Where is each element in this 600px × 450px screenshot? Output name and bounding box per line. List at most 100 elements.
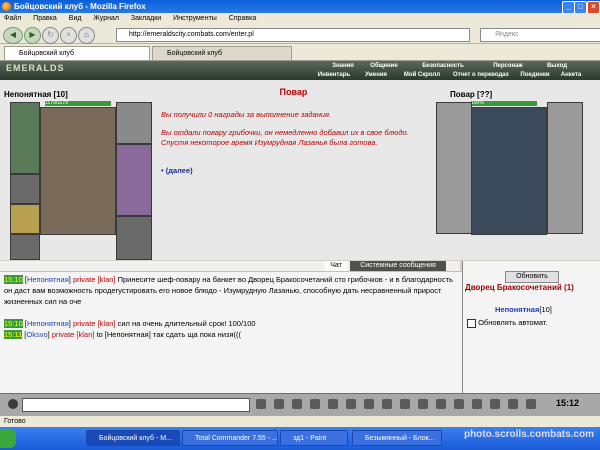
menu-tools[interactable]: Инструменты — [173, 15, 217, 22]
music-icon[interactable] — [364, 399, 374, 409]
start-button[interactable] — [0, 429, 16, 448]
friends-icon[interactable] — [418, 399, 428, 409]
game-header: EMERALDS Знания Общение Безопасность Пер… — [0, 61, 600, 80]
npc-hp-bar: 100% — [471, 101, 537, 106]
chat-text: Принесите шеф-повару на банкет во Дворец… — [4, 275, 453, 306]
menu-view[interactable]: Вид — [69, 15, 82, 22]
equipment-slot[interactable] — [10, 204, 40, 234]
quest-message: Вы отдали повару грибочки, он немедленно… — [161, 128, 409, 147]
clear-icon[interactable] — [310, 399, 320, 409]
chat-tag: private [klan] — [72, 275, 116, 284]
tab-active[interactable]: Бойцовский клуб — [4, 46, 150, 60]
online-user-level: [10] — [539, 305, 552, 314]
tab-bar: Бойцовский клуб Бойцовский клуб — [0, 44, 600, 61]
taskbar-item[interactable]: Total Commander 7.55 - ... — [182, 430, 278, 446]
nav-inventory[interactable]: Инвентарь — [312, 71, 356, 80]
chat-nick[interactable]: Oksvo — [26, 330, 47, 339]
npc-equipment-right[interactable] — [547, 102, 583, 234]
quest-icon[interactable] — [508, 399, 518, 409]
room-name: Дворец Бракосочетаний (1) — [465, 283, 574, 292]
nav-security[interactable]: Безопасность — [418, 62, 468, 71]
nav-my-scroll[interactable]: Мой Скролл — [398, 71, 446, 80]
online-user-name[interactable]: Непонятная — [495, 305, 539, 314]
emote-icon[interactable] — [274, 399, 284, 409]
npc-avatar — [471, 107, 547, 235]
menu-help[interactable]: Справка — [229, 15, 256, 22]
nav-battles[interactable]: Поединки — [516, 71, 554, 80]
equipment-slot[interactable] — [116, 216, 152, 260]
tab-label: Бойцовский клуб — [19, 50, 75, 57]
nav-character[interactable]: Персонаж — [488, 62, 528, 71]
info-icon[interactable] — [526, 399, 536, 409]
send-icon[interactable] — [256, 399, 266, 409]
taskbar-item[interactable]: Бойцовский клуб - M... — [86, 430, 180, 446]
home-icon[interactable]: ⌂ — [78, 27, 95, 44]
npc-name[interactable]: Повар — [450, 90, 475, 99]
shop-icon[interactable] — [490, 399, 500, 409]
game-toolbar: 15:12 — [0, 393, 600, 415]
map-icon[interactable] — [400, 399, 410, 409]
tab-chat[interactable]: Чат — [325, 261, 347, 271]
tab-inactive[interactable]: Бойцовский клуб — [152, 46, 292, 60]
menu-file[interactable]: Файл — [4, 15, 21, 22]
chat-timestamp: 15:11 — [4, 330, 23, 339]
fight-icon[interactable] — [472, 399, 482, 409]
chat-input[interactable] — [22, 398, 250, 412]
npc-level: [??] — [477, 90, 493, 99]
menu-history[interactable]: Журнал — [93, 15, 119, 22]
npc-dialog: Повар Вы получили 0 награды за выполнени… — [157, 80, 430, 260]
equipment-slot-left[interactable] — [10, 102, 40, 174]
reload-icon[interactable]: ↻ — [42, 27, 59, 44]
player-name[interactable]: Непонятная — [4, 90, 51, 99]
online-user: Непонятная[10] — [467, 305, 552, 314]
menu-bookmarks[interactable]: Закладки — [131, 15, 161, 22]
chat-text: to [Непонятная] так сдать ща пока низя((… — [96, 330, 242, 339]
forward-button[interactable]: ▶ — [24, 27, 41, 44]
refresh-button[interactable]: Обновить — [505, 271, 559, 283]
stop-icon[interactable]: × — [60, 27, 77, 44]
player-hp-bar: 1179/1179 — [45, 101, 111, 106]
player-avatar — [40, 107, 116, 235]
game-clock: 15:12 — [556, 398, 580, 408]
equipment-slot-right[interactable] — [116, 102, 152, 144]
npc-name-row: Повар [??] — [450, 90, 492, 99]
filter-icon[interactable] — [292, 399, 302, 409]
smile-icon[interactable] — [8, 399, 18, 409]
nav-communication[interactable]: Общение — [364, 62, 404, 71]
chat-nick[interactable]: Непонятная — [27, 319, 69, 328]
equipment-slot[interactable] — [10, 174, 40, 204]
back-button[interactable]: ◀ — [3, 27, 23, 44]
chat-nick[interactable]: Непонятная — [27, 275, 69, 284]
weapon-slot[interactable] — [116, 144, 152, 216]
auto-refresh-checkbox[interactable] — [467, 318, 476, 328]
nav-knowledge[interactable]: Знания — [326, 62, 360, 71]
nav-exit[interactable]: Выход — [542, 62, 572, 71]
url-input[interactable]: http://emeraldscity.combats.com/enter.pl — [116, 28, 470, 42]
online-panel: Обновить Дворец Бракосочетаний (1) Непон… — [462, 261, 600, 393]
chat-message: 15:11 [Oksvo] private [klan] to [Непонят… — [4, 330, 242, 339]
nav-profile[interactable]: Анкета — [556, 71, 586, 80]
chat-text: сил на очень длительный срок! 100/100 — [117, 319, 256, 328]
window-titlebar: Бойцовский клуб - Mozilla Firefox _ □ × — [0, 0, 600, 14]
settings-icon[interactable] — [328, 399, 338, 409]
taskbar-item[interactable]: Безымянный - Блок... — [352, 430, 442, 446]
more-link[interactable]: • (далее) — [161, 166, 193, 175]
nav-skills[interactable]: Умения — [358, 71, 394, 80]
book-icon[interactable] — [382, 399, 392, 409]
chat-timestamp: 15:10 — [4, 275, 23, 284]
reward-message: Вы получили 0 награды за выполнение зада… — [161, 110, 332, 119]
search-input[interactable]: Яндекс — [480, 28, 600, 42]
windows-taskbar: Бойцовский клуб - M... Total Commander 7… — [0, 427, 600, 450]
npc-equipment-left[interactable] — [436, 102, 472, 234]
mail-icon[interactable] — [436, 399, 446, 409]
game-logo: EMERALDS — [6, 63, 65, 73]
menu-bar: Файл Правка Вид Журнал Закладки Инструме… — [0, 13, 600, 24]
nav-transfers[interactable]: Отчет о переводах — [448, 71, 514, 80]
npc-dialog-title: Повар — [279, 87, 308, 97]
menu-edit[interactable]: Правка — [33, 15, 57, 22]
tab-system-messages[interactable]: Системные сообщения — [350, 261, 446, 271]
bag-icon[interactable] — [454, 399, 464, 409]
sound-icon[interactable] — [346, 399, 356, 409]
equipment-slot[interactable] — [10, 234, 40, 260]
taskbar-item[interactable]: зд1 - Paint — [280, 430, 348, 446]
